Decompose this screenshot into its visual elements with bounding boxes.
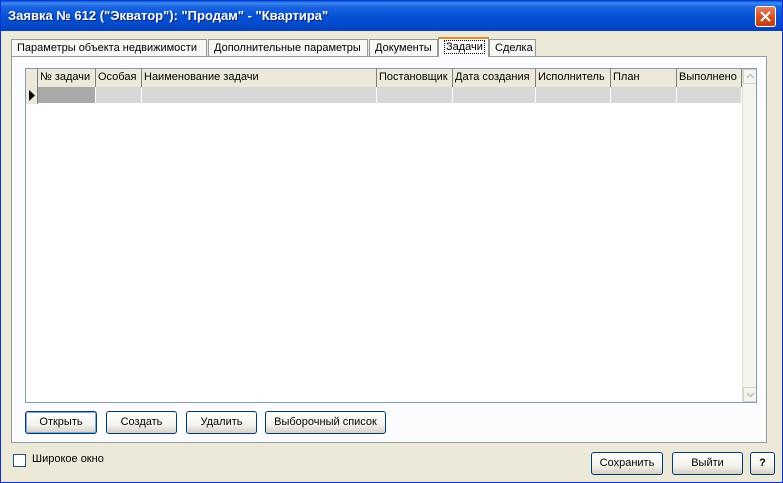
table-cell[interactable] (377, 87, 453, 104)
table-cell[interactable] (453, 87, 536, 104)
row-pointer-icon (29, 90, 35, 101)
task-window: Заявка № 612 ("Экватор"): "Продам" - "Кв… (0, 0, 783, 483)
close-button[interactable] (755, 6, 776, 27)
grid-header: № задачи Особая Наименование задачи Пост… (26, 69, 742, 88)
column-header-task-number[interactable]: № задачи (38, 69, 96, 87)
table-cell[interactable] (142, 87, 377, 104)
header-corner (26, 69, 38, 87)
wide-window-label: Широкое окно (32, 453, 104, 465)
column-header-assigner[interactable]: Постановщик (377, 69, 453, 87)
open-button[interactable]: Открыть (25, 411, 97, 434)
tab-documents[interactable]: Документы (369, 39, 438, 56)
title-bar[interactable]: Заявка № 612 ("Экватор"): "Продам" - "Кв… (1, 1, 782, 31)
column-header-special[interactable]: Особая (96, 69, 142, 87)
tab-label: Параметры объекта недвижимости (17, 42, 197, 54)
tab-tasks[interactable]: Задачи (438, 37, 489, 57)
table-cell[interactable] (38, 87, 96, 104)
scroll-down-icon (746, 392, 755, 398)
table-row[interactable] (26, 87, 742, 104)
tasks-panel: № задачи Особая Наименование задачи Пост… (11, 56, 767, 443)
help-button[interactable]: ? (750, 452, 775, 475)
tab-deal[interactable]: Сделка (489, 39, 536, 56)
scroll-up-icon (746, 73, 755, 79)
column-header-executor[interactable]: Исполнитель (536, 69, 611, 87)
table-cell[interactable] (96, 87, 142, 104)
table-cell[interactable] (611, 87, 677, 104)
row-indicator (26, 87, 38, 104)
tab-object-params[interactable]: Параметры объекта недвижимости (11, 39, 207, 56)
table-cell[interactable] (536, 87, 611, 104)
create-button[interactable]: Создать (106, 411, 177, 434)
column-header-plan[interactable]: План (611, 69, 677, 87)
column-header-done[interactable]: Выполнено (677, 69, 742, 87)
scroll-down-button[interactable] (743, 387, 756, 402)
wide-window-checkbox[interactable] (13, 454, 26, 467)
window-title: Заявка № 612 ("Экватор"): "Продам" - "Кв… (8, 8, 329, 23)
delete-button[interactable]: Удалить (186, 411, 257, 434)
column-header-task-name[interactable]: Наименование задачи (142, 69, 377, 87)
tab-label: Задачи (444, 40, 485, 54)
scroll-up-button[interactable] (743, 69, 756, 84)
vertical-scrollbar[interactable] (742, 69, 756, 402)
column-header-created-date[interactable]: Дата создания (453, 69, 536, 87)
selection-list-button[interactable]: Выборочный список (265, 411, 386, 434)
tab-label: Дополнительные параметры (214, 42, 361, 54)
save-button[interactable]: Сохранить (591, 452, 663, 475)
close-icon (760, 11, 771, 22)
exit-button[interactable]: Выйти (672, 452, 743, 475)
table-cell[interactable] (677, 87, 742, 104)
tasks-grid[interactable]: № задачи Особая Наименование задачи Пост… (25, 68, 757, 403)
tab-extra-params[interactable]: Дополнительные параметры (208, 39, 368, 56)
tab-label: Сделка (495, 42, 533, 54)
tab-label: Документы (375, 42, 432, 54)
